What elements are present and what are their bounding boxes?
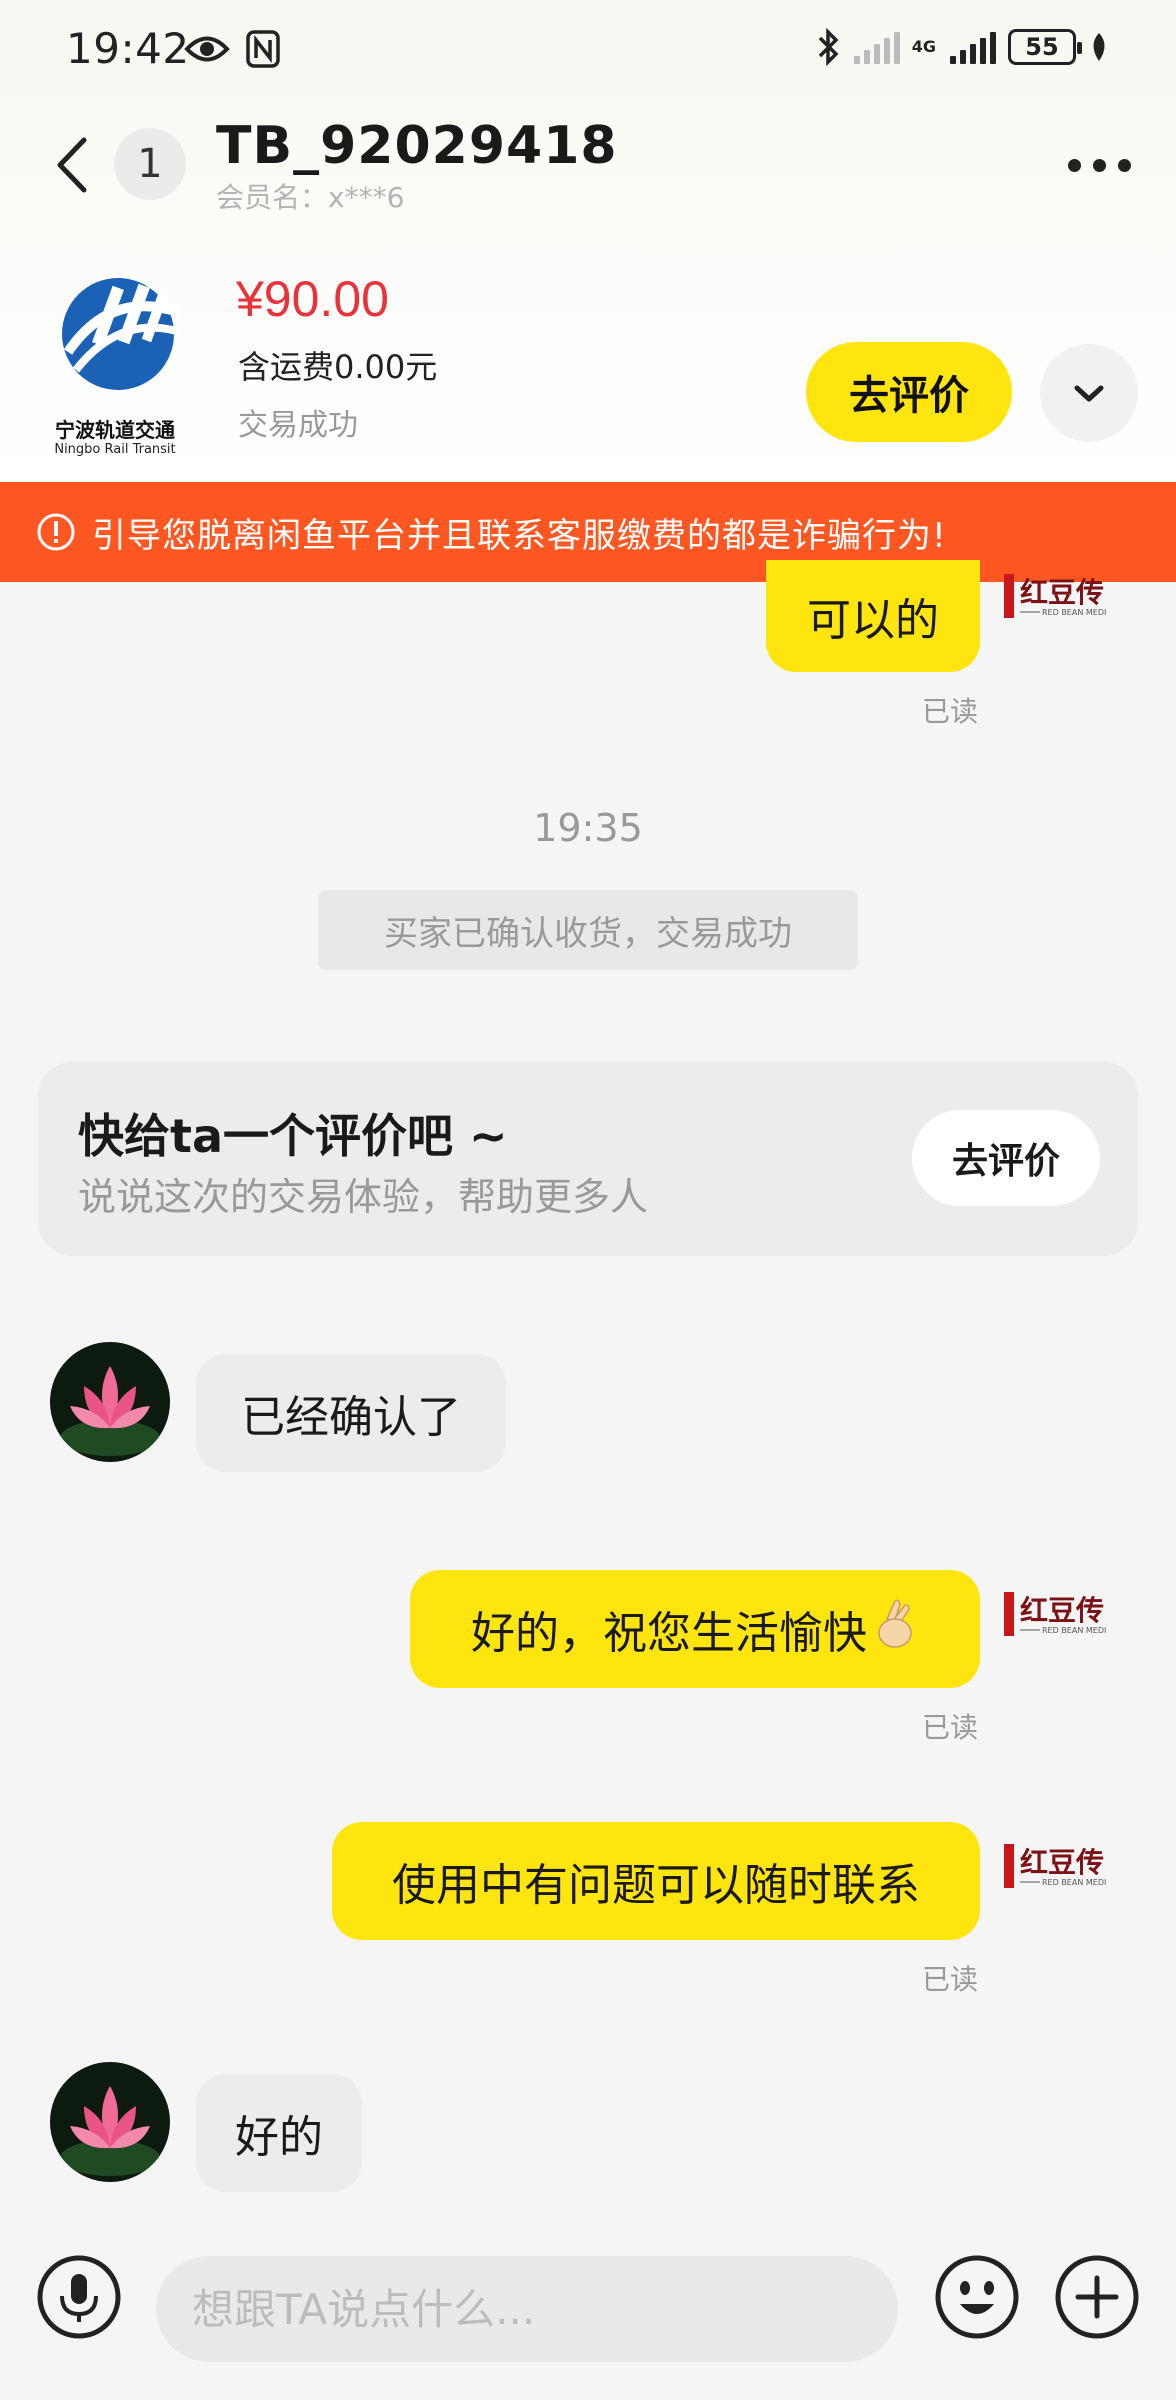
read-status: 已读 [922, 695, 979, 728]
trade-status: 交易成功 [238, 408, 358, 443]
message-text: 使用中有问题可以随时联系 [392, 1860, 920, 1911]
status-right: 4G 55 [816, 28, 1110, 66]
lotus-avatar-icon [50, 2062, 170, 2182]
my-avatar[interactable]: 红豆传 RED BEAN MEDI [1000, 568, 1126, 628]
input-bar [0, 2230, 1176, 2400]
ningbo-rail-logo-icon [62, 278, 182, 390]
message-bubble-mine[interactable]: 好的，祝您生活愉快 [410, 1570, 980, 1688]
battery-level: 55 [1025, 33, 1059, 61]
read-status: 已读 [922, 1963, 979, 1996]
avatar-text: 红豆传 [1020, 1846, 1104, 1879]
message-text: 可以的 [807, 595, 939, 646]
review-card-title: 快给ta一个评价吧 ~ [78, 1109, 508, 1163]
chat-header: 1 TB_92029418 会员名：x***6 [0, 110, 1176, 220]
warning-text: 引导您脱离闲鱼平台并且联系客服缴费的都是诈骗行为! [92, 515, 947, 556]
expand-button[interactable] [1040, 344, 1138, 442]
more-options-icon[interactable] [1068, 150, 1132, 180]
signal-sim2-icon [950, 30, 996, 64]
signal-sim1-icon [853, 30, 900, 64]
message-text: 好的，祝您生活愉快 [471, 1608, 867, 1659]
review-button[interactable]: 去评价 [806, 342, 1012, 442]
product-price: ¥90.00 [236, 271, 389, 327]
network-type-label: 4G [911, 37, 936, 56]
emoji-icon[interactable] [934, 2254, 1020, 2340]
red-bean-logo-icon: 红豆传 RED BEAN MEDI [1004, 574, 1106, 618]
status-left-icons [184, 30, 280, 68]
chevron-down-icon [1074, 385, 1104, 402]
eye-icon [184, 36, 230, 62]
contact-avatar[interactable] [50, 2062, 170, 2182]
contact-avatar[interactable] [50, 1342, 170, 1462]
message-bubble-theirs[interactable]: 已经确认了 [196, 1354, 506, 1472]
avatar-text: 红豆传 [1020, 1594, 1104, 1627]
message-bubble-mine[interactable]: 可以的 [766, 560, 980, 672]
product-card[interactable]: 宁波轨道交通 Ningbo Rail Transit ¥90.00 含运费0.0… [0, 250, 1176, 470]
member-name: 会员名：x***6 [216, 181, 405, 214]
lotus-avatar-icon [50, 1342, 170, 1462]
leaf-icon [1093, 33, 1105, 61]
red-bean-logo-icon: 红豆传 RED BEAN MEDI [1004, 1592, 1106, 1636]
my-avatar[interactable]: 红豆传 RED BEAN MEDI [1000, 1838, 1126, 1898]
nfc-icon [246, 30, 280, 68]
microphone-icon[interactable] [36, 2254, 122, 2340]
warning-icon [37, 513, 75, 551]
chat-title: TB_92029418 [216, 116, 618, 176]
message-text: 已经确认了 [241, 1392, 461, 1443]
plus-icon[interactable] [1054, 2254, 1140, 2340]
time-separator: 19:35 [533, 806, 643, 850]
logo-english-text: Ningbo Rail Transit [54, 442, 176, 457]
shipping-fee: 含运费0.00元 [238, 348, 438, 386]
avatar-subtext: RED BEAN MEDI [1042, 608, 1106, 617]
fraud-warning-banner: 引导您脱离闲鱼平台并且联系客服缴费的都是诈骗行为! [0, 482, 1176, 582]
review-prompt-card: 快给ta一个评价吧 ~ 说说这次的交易体验，帮助更多人 去评价 [38, 1062, 1138, 1256]
avatar-subtext: RED BEAN MEDI [1042, 1626, 1106, 1635]
avatar-text: 红豆传 [1020, 576, 1104, 609]
message-input[interactable] [156, 2256, 898, 2362]
avatar-subtext: RED BEAN MEDI [1042, 1878, 1106, 1887]
message-bubble-mine[interactable]: 使用中有问题可以随时联系 [332, 1822, 980, 1940]
message-text: 好的 [235, 2112, 323, 2163]
review-card-subtitle: 说说这次的交易体验，帮助更多人 [78, 1175, 649, 1219]
unread-badge[interactable]: 1 [114, 128, 186, 200]
logo-chinese-text: 宁波轨道交通 [55, 418, 175, 442]
system-message: 买家已确认收货，交易成功 [318, 890, 858, 970]
status-bar: 19:42 4G 55 [0, 0, 1176, 100]
fingers-crossed-emoji-icon [873, 1599, 919, 1660]
review-card-button[interactable]: 去评价 [912, 1110, 1100, 1206]
my-avatar[interactable]: 红豆传 RED BEAN MEDI [1000, 1586, 1126, 1646]
bluetooth-icon [818, 28, 839, 66]
product-logo: 宁波轨道交通 Ningbo Rail Transit [40, 270, 190, 457]
red-bean-logo-icon: 红豆传 RED BEAN MEDI [1004, 1844, 1106, 1888]
message-bubble-theirs[interactable]: 好的 [196, 2074, 362, 2192]
read-status: 已读 [922, 1711, 979, 1744]
back-arrow-icon[interactable] [48, 130, 98, 200]
battery-icon: 55 [1008, 29, 1082, 65]
status-time: 19:42 [66, 24, 190, 73]
